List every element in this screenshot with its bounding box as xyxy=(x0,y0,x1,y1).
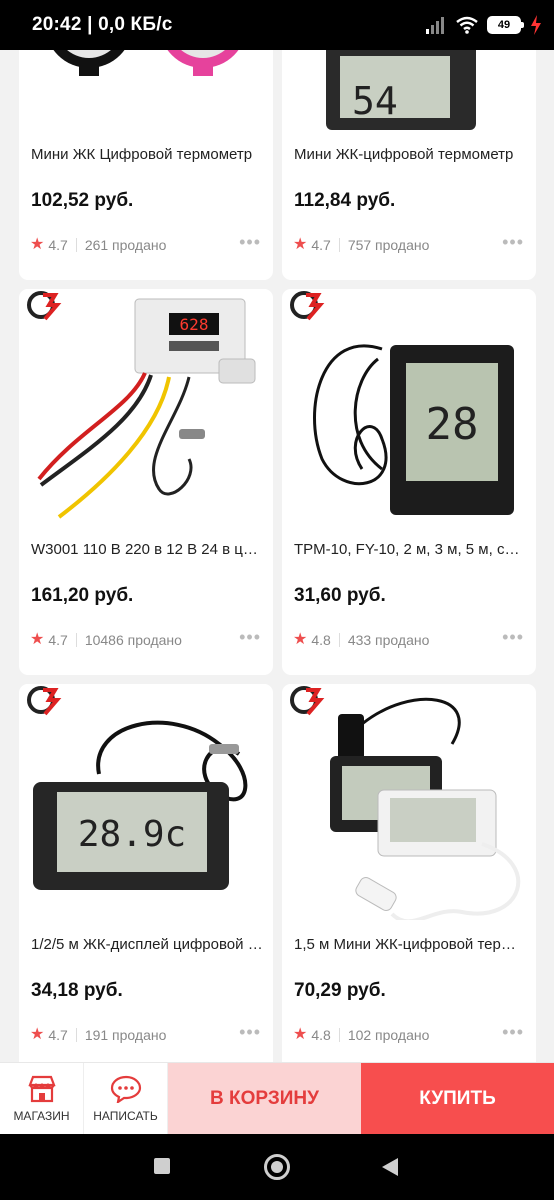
divider xyxy=(338,1028,340,1042)
product-title: Мини ЖК-цифровой термометр xyxy=(294,146,514,163)
product-image: 54 xyxy=(282,50,536,140)
product-rating: 4.8 xyxy=(311,632,331,648)
product-title: TPM-10, FY-10, 2 м, 3 м, 5 м, светодиодн… xyxy=(294,541,526,558)
store-button[interactable]: МАГАЗИН xyxy=(0,1063,84,1135)
product-meta: ★ 4.7 10486 продано xyxy=(30,631,182,649)
product-title: Мини ЖК Цифровой термометр xyxy=(31,146,253,163)
display-value: 28.9c xyxy=(78,814,186,855)
seller-logo xyxy=(27,291,62,321)
product-card[interactable]: 28.9c 1/2/5 м ЖК-дисплей цифровой термом… xyxy=(19,684,273,1062)
product-price: 34,18 руб. xyxy=(31,980,123,1001)
product-card[interactable]: 628 W3001 110 В 220 в 12 В 24 в цифровой… xyxy=(19,289,273,675)
product-rating: 4.7 xyxy=(48,1027,68,1043)
product-sold: 191 продано xyxy=(84,1027,167,1043)
product-meta: ★ 4.7 191 продано xyxy=(30,1026,166,1044)
product-title: W3001 110 В 220 в 12 В 24 в цифровой xyxy=(31,541,263,558)
star-icon: ★ xyxy=(30,631,45,648)
wifi-icon xyxy=(456,16,478,34)
message-label: НАПИСАТЬ xyxy=(93,1109,158,1123)
product-price: 161,20 руб. xyxy=(31,585,134,606)
product-rating: 4.7 xyxy=(311,237,331,253)
star-icon: ★ xyxy=(30,1026,45,1043)
product-image: 65 24 65 24 xyxy=(19,50,273,130)
product-sold: 757 продано xyxy=(347,237,430,253)
product-card[interactable]: 65 24 65 24 Мини ЖК Цифровой термометр 1… xyxy=(19,50,273,280)
store-icon xyxy=(27,1075,56,1103)
seller-logo xyxy=(290,291,325,321)
chat-icon xyxy=(110,1075,141,1103)
product-sold: 433 продано xyxy=(347,632,430,648)
star-icon: ★ xyxy=(293,1026,308,1043)
divider xyxy=(75,1028,77,1042)
more-options-icon[interactable]: ••• xyxy=(502,232,524,253)
product-grid: 65 24 65 24 Мини ЖК Цифровой термометр 1… xyxy=(0,50,554,1062)
recents-icon[interactable] xyxy=(154,1158,170,1174)
product-rating: 4.7 xyxy=(48,237,68,253)
product-card[interactable]: 54 Мини ЖК-цифровой термометр 112,84 руб… xyxy=(282,50,536,280)
message-button[interactable]: НАПИСАТЬ xyxy=(84,1063,168,1135)
product-card[interactable]: 1,5 м Мини ЖК-цифровой термометр 70,29 р… xyxy=(282,684,536,1062)
charging-icon xyxy=(531,15,541,35)
status-time: 20:42 | 0,0 КБ/с xyxy=(32,14,173,35)
display-value: 628 xyxy=(180,315,209,334)
more-options-icon[interactable]: ••• xyxy=(239,1022,261,1043)
product-price: 112,84 руб. xyxy=(294,190,396,211)
product-card[interactable]: 28 TPM-10, FY-10, 2 м, 3 м, 5 м, светоди… xyxy=(282,289,536,675)
more-options-icon[interactable]: ••• xyxy=(239,232,261,253)
bottom-action-bar: МАГАЗИН НАПИСАТЬ В КОРЗИНУ КУПИТЬ xyxy=(0,1062,554,1135)
product-price: 102,52 руб. xyxy=(31,190,134,211)
more-options-icon[interactable]: ••• xyxy=(239,627,261,648)
product-image xyxy=(282,684,536,924)
star-icon: ★ xyxy=(30,236,45,253)
svg-text:54: 54 xyxy=(352,79,398,123)
star-icon: ★ xyxy=(293,631,308,648)
status-icons: 49 xyxy=(425,12,542,38)
buy-now-button[interactable]: КУПИТЬ xyxy=(361,1063,554,1135)
back-icon[interactable] xyxy=(382,1158,398,1176)
product-meta: ★ 4.7 757 продано xyxy=(293,236,429,254)
product-sold: 102 продано xyxy=(347,1027,430,1043)
home-icon[interactable] xyxy=(264,1154,290,1180)
product-sold: 10486 продано xyxy=(84,632,182,648)
more-options-icon[interactable]: ••• xyxy=(502,627,524,648)
divider xyxy=(75,238,77,252)
product-image: 628 xyxy=(19,289,273,525)
status-bar: 20:42 | 0,0 КБ/с 49 xyxy=(0,0,554,50)
battery-icon: 49 xyxy=(487,16,524,34)
divider xyxy=(338,633,340,647)
product-rating: 4.7 xyxy=(48,632,68,648)
signal-icon xyxy=(426,17,444,34)
battery-level: 49 xyxy=(497,19,511,31)
product-meta: ★ 4.8 102 продано xyxy=(293,1026,429,1044)
seller-logo xyxy=(27,686,62,716)
system-navigation-bar xyxy=(0,1134,554,1200)
product-meta: ★ 4.8 433 продано xyxy=(293,631,429,649)
product-rating: 4.8 xyxy=(311,1027,331,1043)
add-to-cart-button[interactable]: В КОРЗИНУ xyxy=(168,1063,361,1135)
divider xyxy=(75,633,77,647)
product-image: 28.9c xyxy=(19,684,273,920)
store-label: МАГАЗИН xyxy=(13,1109,70,1123)
star-icon: ★ xyxy=(293,236,308,253)
more-options-icon[interactable]: ••• xyxy=(502,1022,524,1043)
svg-text:28: 28 xyxy=(426,399,479,450)
product-image: 28 xyxy=(282,289,536,525)
product-meta: ★ 4.7 261 продано xyxy=(30,236,166,254)
product-sold: 261 продано xyxy=(84,237,167,253)
product-price: 31,60 руб. xyxy=(294,585,386,606)
product-price: 70,29 руб. xyxy=(294,980,386,1001)
seller-logo xyxy=(290,686,325,716)
product-title: 1/2/5 м ЖК-дисплей цифровой термометр xyxy=(31,936,263,953)
product-title: 1,5 м Мини ЖК-цифровой термометр xyxy=(294,936,526,953)
divider xyxy=(338,238,340,252)
